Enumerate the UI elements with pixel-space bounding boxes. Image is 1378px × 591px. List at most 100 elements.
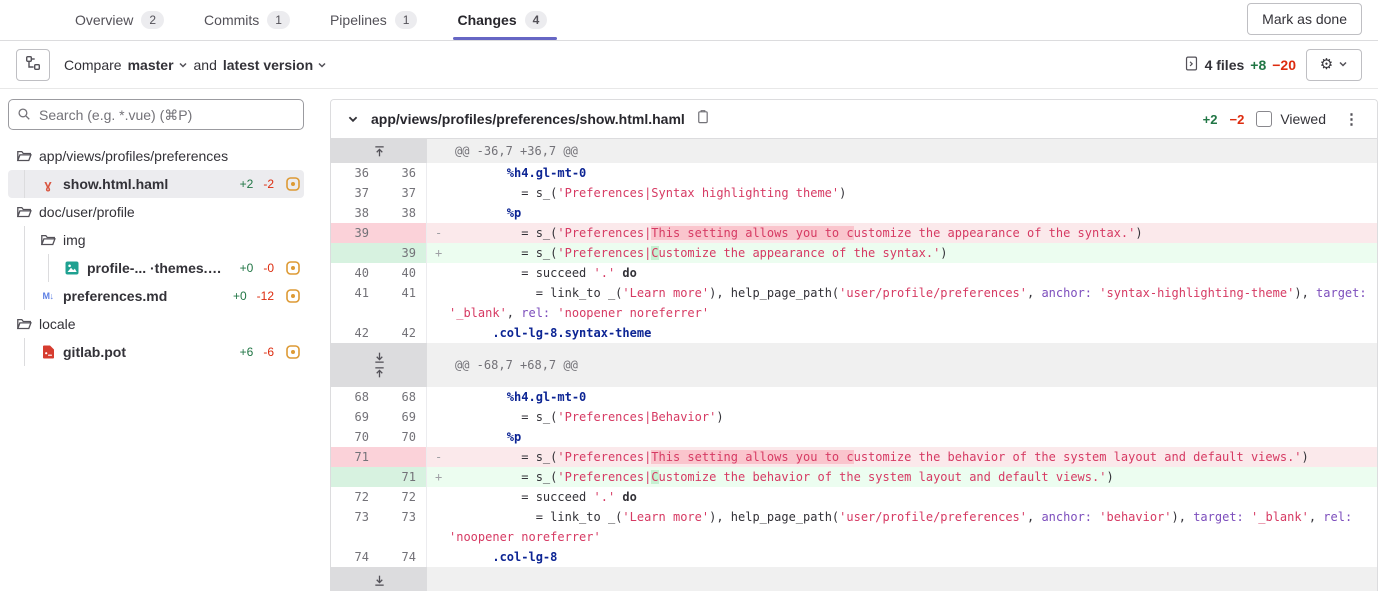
old-line-number[interactable]: 69 — [331, 407, 379, 427]
new-line-number[interactable]: 74 — [379, 547, 427, 567]
new-line-number[interactable]: 70 — [379, 427, 427, 447]
tree-folder-item[interactable]: doc/user/profile — [8, 198, 304, 226]
file-additions-count: +0 — [240, 261, 254, 275]
file-modified-badge — [286, 261, 300, 275]
diff-line-row: 71+ = s_('Preferences|Customize the beha… — [331, 467, 1377, 487]
viewed-checkbox[interactable] — [1256, 111, 1272, 127]
file-search-input[interactable] — [8, 99, 304, 130]
old-line-number[interactable]: 70 — [331, 427, 379, 447]
tab-pipelines[interactable]: Pipelines1 — [330, 0, 418, 40]
file-additions-count: +0 — [233, 289, 247, 303]
changed-files-summary: 4 files +8 −20 — [1184, 56, 1296, 74]
gear-icon: ⚙ — [1320, 57, 1333, 72]
old-line-number[interactable] — [331, 467, 379, 487]
file-additions-count: +2 — [240, 177, 254, 191]
tree-file-item[interactable]: M↓preferences.md+0-12 — [8, 282, 304, 310]
source-branch-dropdown[interactable]: master — [128, 57, 188, 73]
diff-line-content: %p — [427, 427, 1377, 447]
diff-line-row: 39- = s_('Preferences|This setting allow… — [331, 223, 1377, 243]
tab-count-badge: 2 — [141, 11, 164, 29]
tree-folder-item[interactable]: img — [8, 226, 304, 254]
diff-settings-dropdown[interactable]: ⚙ — [1306, 49, 1362, 81]
new-line-number[interactable]: 42 — [379, 323, 427, 343]
tree-folder-item[interactable]: locale — [8, 310, 304, 338]
compare-toolbar: Compare master and latest version 4 file… — [0, 41, 1378, 89]
tree-file-item[interactable]: profile-... ·themes.png+0-0 — [8, 254, 304, 282]
old-line-number[interactable]: 71 — [331, 447, 379, 467]
diff-file-path[interactable]: app/views/profiles/preferences/show.html… — [371, 111, 685, 127]
chevron-down-icon — [178, 57, 188, 73]
tree-folder-item[interactable]: app/views/profiles/preferences — [8, 142, 304, 170]
file-tree-icon — [25, 55, 41, 74]
old-line-number[interactable]: 72 — [331, 487, 379, 507]
diff-line-row: 3737 = s_('Preferences|Syntax highlighti… — [331, 183, 1377, 203]
new-line-number[interactable] — [379, 223, 427, 243]
new-line-number[interactable]: 69 — [379, 407, 427, 427]
old-line-number[interactable]: 40 — [331, 263, 379, 283]
old-line-number[interactable]: 39 — [331, 223, 379, 243]
tree-indent-guide — [24, 226, 25, 254]
new-line-number[interactable]: 37 — [379, 183, 427, 203]
diff-line-row: 4040 = succeed '.' do — [331, 263, 1377, 283]
old-line-number[interactable]: 68 — [331, 387, 379, 407]
diff-line-content: + = s_('Preferences|Customize the appear… — [427, 243, 1377, 263]
old-line-number[interactable]: 36 — [331, 163, 379, 183]
file-modified-badge — [286, 345, 300, 359]
new-line-number[interactable]: 38 — [379, 203, 427, 223]
diff-line-row: 4141 = link_to _('Learn more'), help_pag… — [331, 283, 1377, 323]
diff-line-content: %h4.gl-mt-0 — [427, 387, 1377, 407]
diff-line-row: 7070 %p — [331, 427, 1377, 447]
diff-line-row: 4242 .col-lg-8.syntax-theme — [331, 323, 1377, 343]
diff-line-content: = s_('Preferences|Behavior') — [427, 407, 1377, 427]
new-line-number[interactable]: 36 — [379, 163, 427, 183]
new-line-number[interactable]: 71 — [379, 467, 427, 487]
tab-changes[interactable]: Changes4 — [457, 0, 547, 40]
diff-line-content: - = s_('Preferences|This setting allows … — [427, 447, 1377, 467]
new-line-number[interactable]: 40 — [379, 263, 427, 283]
tab-commits[interactable]: Commits1 — [204, 0, 290, 40]
tab-count-badge: 1 — [395, 11, 418, 29]
diff-line-content: .col-lg-8 — [427, 547, 1377, 567]
old-line-number[interactable]: 41 — [331, 283, 379, 323]
old-line-number[interactable]: 73 — [331, 507, 379, 547]
file-deletions: −2 — [1230, 112, 1245, 127]
compare-label: Compare — [64, 57, 122, 73]
target-version-dropdown[interactable]: latest version — [223, 57, 327, 73]
new-line-number[interactable]: 68 — [379, 387, 427, 407]
mark-as-done-button[interactable]: Mark as done — [1247, 3, 1362, 35]
tree-file-item[interactable]: gitlab.pot+6-6 — [8, 338, 304, 366]
file-options-kebab[interactable]: ⋮ — [1338, 108, 1365, 130]
tab-count-badge: 1 — [267, 11, 290, 29]
tree-item-label: show.html.haml — [63, 176, 168, 192]
diff-line-content: + = s_('Preferences|Customize the behavi… — [427, 467, 1377, 487]
tree-indent-guide — [24, 282, 25, 310]
tree-item-label: preferences.md — [63, 288, 167, 304]
expand-up-button[interactable] — [369, 144, 390, 159]
new-line-number[interactable]: 41 — [379, 283, 427, 323]
file-tree-toggle-button[interactable] — [16, 49, 50, 81]
old-line-number[interactable]: 74 — [331, 547, 379, 567]
tab-overview[interactable]: Overview2 — [75, 0, 164, 40]
old-line-number[interactable]: 37 — [331, 183, 379, 203]
hunk-header-row: @@ -68,7 +68,7 @@ — [331, 343, 1377, 387]
hunk-header-row — [331, 567, 1377, 591]
diff-line-content: %p — [427, 203, 1377, 223]
new-line-number[interactable] — [379, 447, 427, 467]
tree-file-item[interactable]: ɣshow.html.haml+2-2 — [8, 170, 304, 198]
old-line-number[interactable]: 42 — [331, 323, 379, 343]
viewed-toggle[interactable]: Viewed — [1256, 111, 1326, 127]
new-line-number[interactable]: 39 — [379, 243, 427, 263]
file-deletions-count: -2 — [263, 177, 274, 191]
folder-icon — [16, 204, 32, 220]
diff-line-marker: + — [435, 467, 442, 487]
collapse-file-chevron[interactable] — [343, 112, 363, 126]
old-line-number[interactable]: 38 — [331, 203, 379, 223]
new-line-number[interactable]: 73 — [379, 507, 427, 547]
expand-up-button[interactable] — [369, 365, 390, 380]
expand-down-button[interactable] — [369, 573, 390, 588]
expand-down-button[interactable] — [369, 350, 390, 365]
new-line-number[interactable]: 72 — [379, 487, 427, 507]
old-line-number[interactable] — [331, 243, 379, 263]
total-deletions: −20 — [1272, 57, 1296, 73]
copy-path-icon[interactable] — [695, 109, 710, 129]
